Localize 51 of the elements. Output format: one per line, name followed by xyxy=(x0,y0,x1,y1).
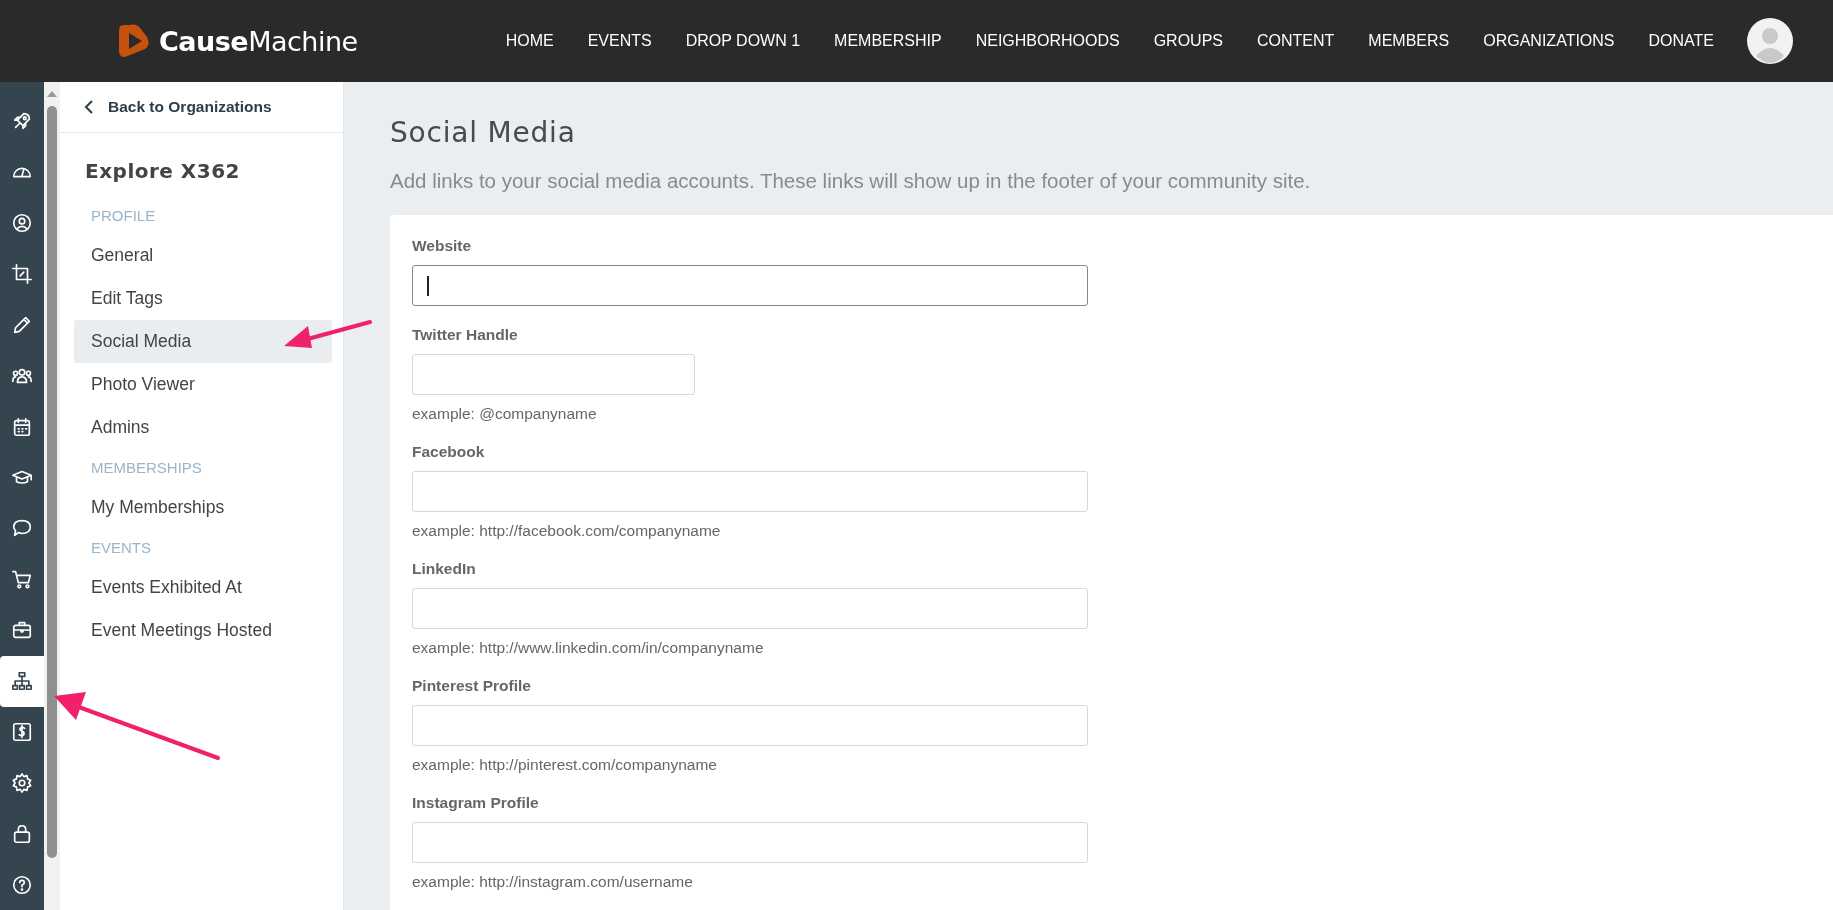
avatar-icon[interactable] xyxy=(1747,18,1793,64)
nav-link[interactable]: DROP DOWN 1 xyxy=(685,32,801,50)
nav-link[interactable]: GROUPS xyxy=(1153,32,1223,50)
help-text: example: http://pinterest.com/companyname xyxy=(412,756,718,774)
help-text: example: http://instagram.com/username xyxy=(412,873,694,891)
dollar-icon xyxy=(11,720,33,743)
lock-icon xyxy=(11,822,33,845)
chevron-left-icon xyxy=(84,100,94,114)
sidebar-item[interactable]: Events Exhibited At xyxy=(74,566,332,609)
input-field[interactable] xyxy=(412,265,1088,306)
sitemap-icon xyxy=(11,670,33,693)
field-label: Instagram Profile xyxy=(412,794,540,812)
nav-link[interactable]: ORGANIZATIONS xyxy=(1483,32,1615,50)
nav-link[interactable]: MEMBERSHIP xyxy=(834,32,942,50)
section-heading: MEMBERSHIPS xyxy=(90,458,203,478)
user-circle-icon xyxy=(11,212,33,235)
sidebar-item[interactable]: My Memberships xyxy=(74,486,332,529)
sidebar-item[interactable]: Admins xyxy=(74,406,332,449)
nav-link[interactable]: HOME xyxy=(505,32,554,50)
sidebar-item[interactable]: Social Media xyxy=(74,320,332,363)
section-heading: PROFILE xyxy=(90,206,157,226)
help-text: example: http://facebook.com/companyname xyxy=(412,522,722,540)
nav-link[interactable]: MEMBERS xyxy=(1368,32,1450,50)
field-label: LinkedIn xyxy=(412,560,477,578)
logo-text[interactable]: CauseMachine xyxy=(159,25,358,57)
help-text: example: @companyname xyxy=(412,405,598,423)
nav-link[interactable]: DONATE xyxy=(1648,32,1714,50)
crop-icon xyxy=(11,263,33,286)
page-description: Add links to your social media accounts. These links will show up in the footer of your community site. xyxy=(390,169,1312,193)
page-title: Social Media xyxy=(390,116,577,149)
gear-icon xyxy=(11,771,33,794)
sidebar-item[interactable]: General xyxy=(74,234,332,277)
field-label: Website xyxy=(412,237,473,255)
nav-link[interactable]: CONTENT xyxy=(1257,32,1335,50)
nav-link[interactable]: EVENTS xyxy=(587,32,652,50)
help-icon xyxy=(11,873,33,896)
sidebar-item[interactable]: Edit Tags xyxy=(74,277,332,320)
field-label: Facebook xyxy=(412,443,486,461)
sidebar-item[interactable]: Photo Viewer xyxy=(74,363,332,406)
back-link[interactable]: Back to Organizations xyxy=(60,82,343,133)
cart-icon xyxy=(11,568,33,591)
sidebar-item[interactable]: Event Meetings Hosted xyxy=(74,609,332,652)
section-heading: EVENTS xyxy=(90,538,152,558)
organization-name: Explore X362 xyxy=(84,158,242,185)
help-text: example: http://www.linkedin.com/in/companyname xyxy=(412,639,765,657)
field-label: Twitter Handle xyxy=(412,326,519,344)
calendar-icon xyxy=(11,415,33,438)
scrollbar-thumb[interactable] xyxy=(47,106,57,858)
field-label: Pinterest Profile xyxy=(412,677,532,695)
nav-link[interactable]: NEIGHBORHOODS xyxy=(975,32,1120,50)
text-cursor xyxy=(427,275,429,296)
